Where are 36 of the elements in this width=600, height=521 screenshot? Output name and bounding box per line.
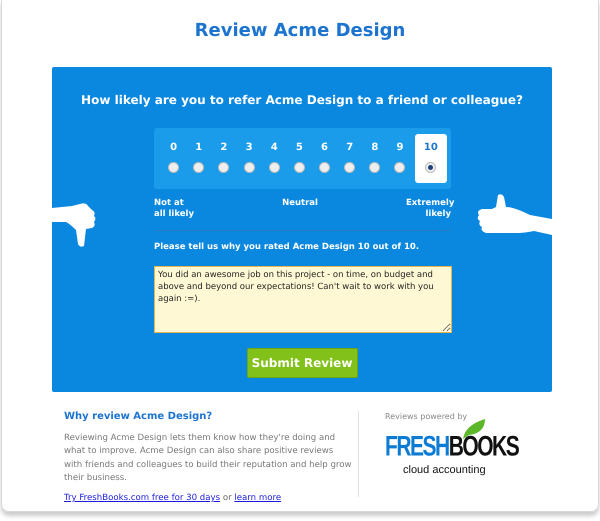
logo-wordmark: FRESHBOOKS (385, 434, 518, 461)
rating-number: 2 (220, 142, 228, 154)
trial-link[interactable]: Try FreshBooks.com free for 30 days (64, 493, 220, 504)
scale-label: Neutral (282, 198, 318, 210)
scale-label: Not at all likely (154, 198, 194, 221)
survey-question: How likely are you to refer Acme Design to a friend or colleague? (80, 92, 524, 109)
page-title: Review Acme Design (194, 19, 406, 43)
radio-button[interactable] (294, 162, 305, 173)
rating-number: 0 (170, 142, 178, 154)
radio-button[interactable] (268, 162, 280, 173)
joiner-text: or (222, 493, 232, 504)
section-heading: Why review Acme Design? (64, 410, 214, 424)
rating-number: 9 (396, 142, 404, 154)
rating-number: 7 (346, 142, 354, 154)
question-prompt: Please tell us why you rated Acme Design 10 out of 10. (154, 241, 420, 254)
rating-number: 1 (195, 142, 202, 154)
description-text: Reviewing Acme Design lets them know how they're doing and what to improve. Acme Design can also share positive reviews with friends and colleagues to build their reputation and help grow their business. (64, 432, 353, 485)
rating-number: 3 (246, 142, 253, 154)
radio-button[interactable] (394, 162, 406, 173)
rating-number: 4 (270, 142, 278, 154)
radio-button[interactable] (425, 162, 436, 173)
rating-number: 8 (371, 142, 378, 154)
radio-button[interactable] (218, 162, 230, 173)
radio-button[interactable] (344, 162, 356, 173)
radio-button[interactable] (168, 162, 180, 173)
logo-tagline: cloud accounting (403, 465, 487, 476)
radio-button[interactable] (244, 162, 255, 173)
powered-by-caption: Reviews powered by (385, 411, 468, 423)
comment-field[interactable]: You did an awesome job on this project - on time, on budget and above and beyond our expectations! Can't wait to work with you again :=). (154, 266, 452, 333)
radio-button[interactable] (193, 162, 204, 173)
rating-number: 10 (424, 142, 438, 154)
radio-button[interactable] (319, 162, 330, 173)
rating-number: 6 (321, 142, 328, 154)
rating-number: 5 (296, 142, 303, 154)
learn-more-link[interactable]: learn more (234, 493, 282, 504)
radio-button[interactable] (369, 162, 380, 173)
